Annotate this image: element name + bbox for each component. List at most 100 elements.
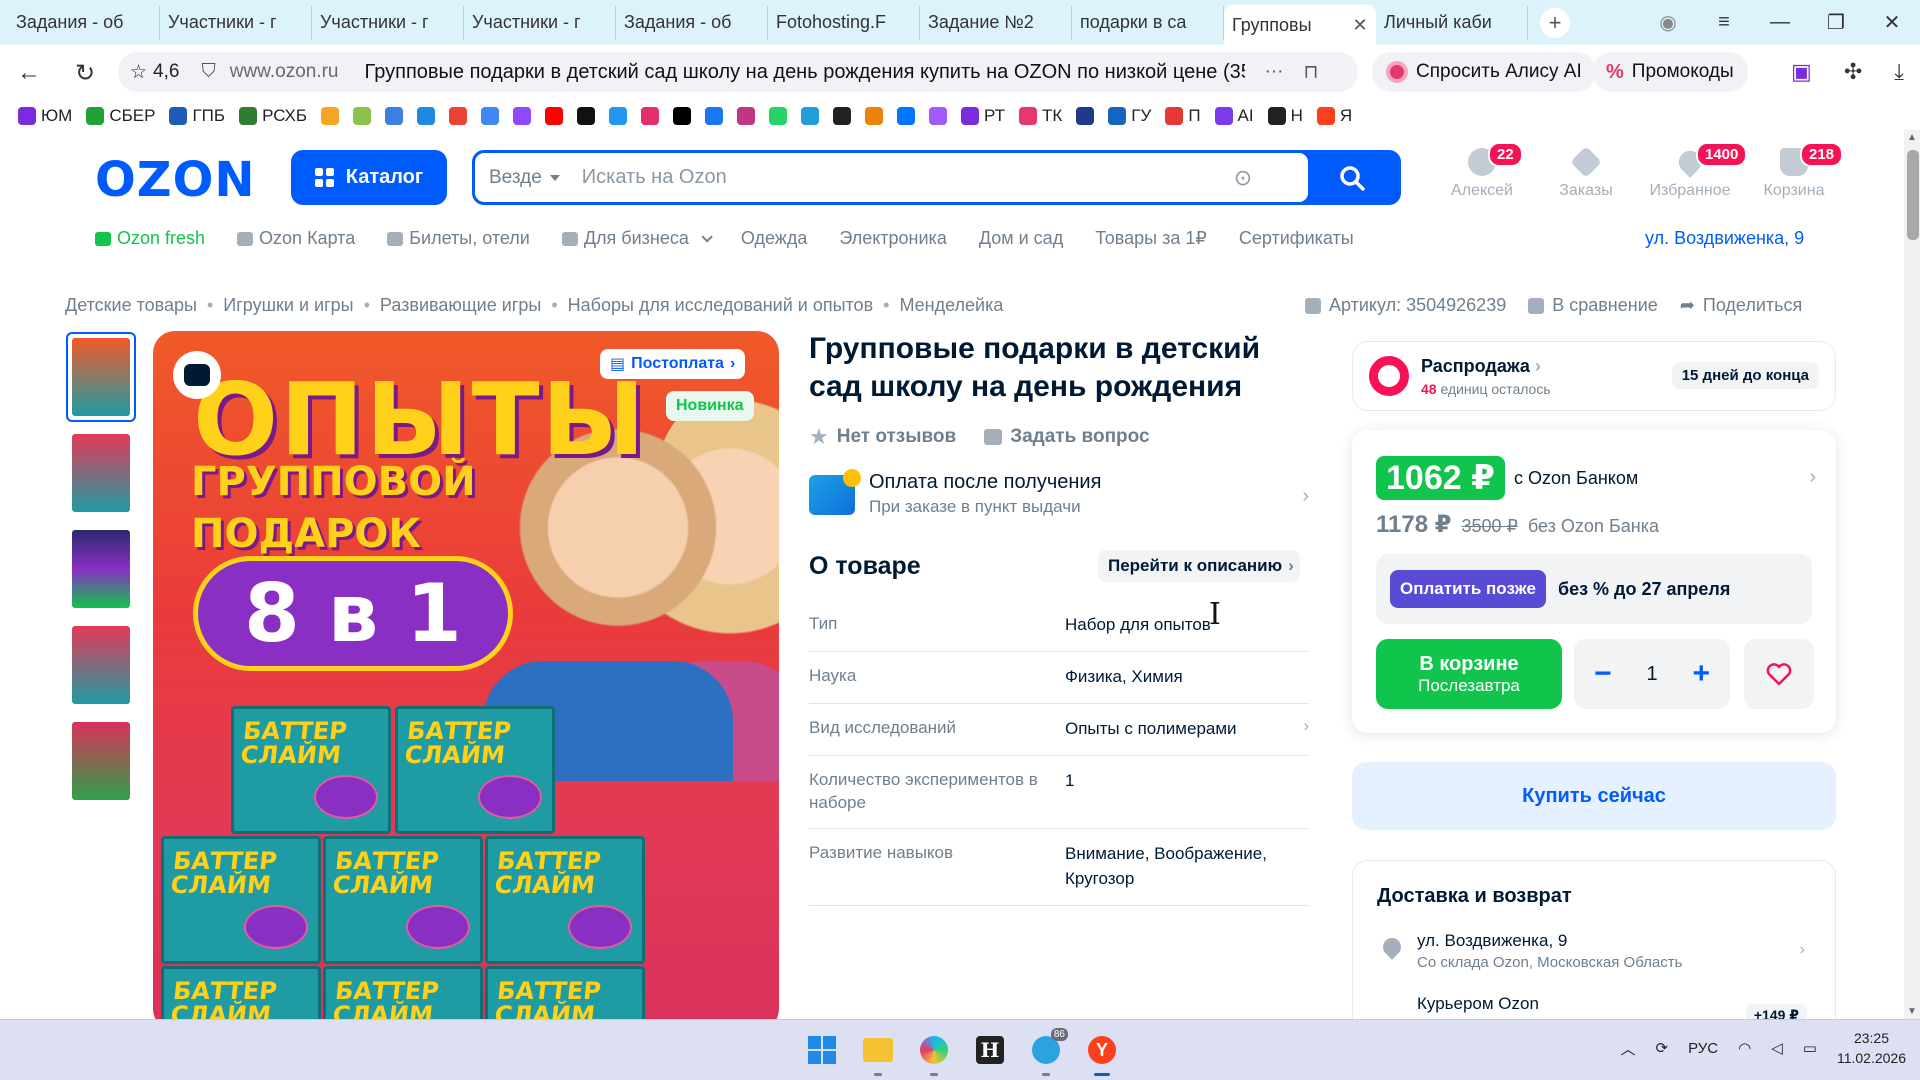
plus-button[interactable]: + xyxy=(1692,659,1710,689)
bookmark-item[interactable] xyxy=(417,106,436,125)
site-rating[interactable]: ☆ 4,6 xyxy=(130,61,179,84)
category-nav-item[interactable]: Одежда xyxy=(741,228,823,249)
bookmark-item[interactable]: ТК xyxy=(1019,106,1062,126)
ask-alisa-button[interactable]: Спросить Алису AI xyxy=(1372,52,1596,92)
favorite-button[interactable] xyxy=(1744,639,1814,709)
category-nav-item[interactable]: Дом и сад xyxy=(979,228,1079,249)
bookmark-item[interactable]: Я xyxy=(1316,106,1352,126)
promo-button[interactable]: % Промокоды xyxy=(1592,52,1748,92)
favorites-button[interactable]: Избранное 1400 xyxy=(1638,142,1748,200)
category-nav-item[interactable]: Ozon Карта xyxy=(237,228,371,249)
scrollbar-thumb[interactable] xyxy=(1907,150,1919,240)
address-bar[interactable]: ☆ 4,6 ⛉ www.ozon.ru Групповые подарки в д… xyxy=(118,52,1358,92)
courier-option[interactable]: Курьером Ozon xyxy=(1417,994,1539,1014)
delivery-address[interactable]: ул. Воздвиженка, 9 xyxy=(1417,931,1567,951)
close-window-button[interactable]: ✕ xyxy=(1864,10,1920,35)
sku[interactable]: Артикул: 3504926239 xyxy=(1305,295,1506,316)
bookmark-item[interactable] xyxy=(673,106,692,125)
bookmark-item[interactable] xyxy=(321,106,340,125)
bookmark-item[interactable] xyxy=(929,106,948,125)
compare-button[interactable]: В сравнение xyxy=(1528,295,1658,316)
browser-tab[interactable]: Oподарки в са xyxy=(392,5,1224,229)
breadcrumb-item[interactable]: Менделейка xyxy=(899,295,1003,316)
search-scope-select[interactable]: Везде xyxy=(489,167,560,189)
app-h-button[interactable]: H xyxy=(968,1028,1012,1072)
shield-icon[interactable]: ⛉ xyxy=(201,61,215,83)
menu-icon[interactable]: ≡ xyxy=(1696,11,1752,34)
pay-after-receipt[interactable]: Оплата после получения При заказе в пунк… xyxy=(809,465,1309,525)
page-scrollbar[interactable]: ▲ ▼ xyxy=(1904,130,1920,1019)
bookmark-item[interactable] xyxy=(641,106,660,125)
new-tab-button[interactable]: + xyxy=(1540,7,1570,38)
bookmark-item[interactable] xyxy=(1076,106,1095,125)
restore-button[interactable]: ❐ xyxy=(1808,10,1864,35)
file-explorer-button[interactable] xyxy=(856,1028,900,1076)
bookmark-item[interactable]: ГУ xyxy=(1108,106,1151,126)
breadcrumb-item[interactable]: Детские товары xyxy=(65,295,197,316)
chevron-right-icon[interactable]: › xyxy=(1303,716,1309,736)
telegram-button[interactable]: 86 xyxy=(1024,1028,1068,1076)
postpay-badge[interactable]: ▤ Постоплата › xyxy=(600,349,746,379)
in-cart-button[interactable]: В корзине Послезавтра xyxy=(1376,639,1562,709)
chevron-up-icon[interactable]: ︿ xyxy=(1621,1038,1636,1059)
bookmark-item[interactable] xyxy=(769,106,788,125)
product-main-image[interactable]: ОПЫТЫ ГРУППОВОЙ ПОДАРОК 8 в 1 БАТТЕР СЛАЙМ… xyxy=(153,331,779,1019)
volume-icon[interactable]: ◁ xyxy=(1771,1039,1783,1057)
camera-icon[interactable]: ⊙ xyxy=(1234,165,1252,191)
bookmark-item[interactable]: AI xyxy=(1214,106,1254,126)
bookmark-item[interactable] xyxy=(737,106,756,125)
bookmark-item[interactable]: РСХБ xyxy=(239,106,307,126)
category-nav-item[interactable]: Электроника xyxy=(839,228,962,249)
search-input[interactable] xyxy=(581,166,1222,189)
browser-tab[interactable]: SPЗадания - об xyxy=(8,5,412,229)
orders-button[interactable]: Заказы xyxy=(1534,146,1638,200)
bookmark-item[interactable] xyxy=(353,106,372,125)
thumbnail[interactable] xyxy=(66,428,136,518)
cart-button[interactable]: Корзина 218 xyxy=(1742,142,1846,200)
browser-tab[interactable]: SPУчастники - г xyxy=(312,5,464,229)
profile-button[interactable]: Алексей 22 xyxy=(1430,142,1534,200)
bookmark-item[interactable] xyxy=(513,106,532,125)
browser-tab[interactable]: OГрупповы✕ xyxy=(392,5,1376,229)
breadcrumb-item[interactable]: Развивающие игры xyxy=(380,295,541,316)
thumbnail[interactable] xyxy=(66,716,136,806)
extension-ozon-icon[interactable]: ▣ xyxy=(1791,59,1812,85)
bookmark-item[interactable]: П xyxy=(1165,106,1201,126)
category-nav-item[interactable]: Товары за 1₽ xyxy=(1095,228,1223,249)
scroll-down-icon[interactable]: ▼ xyxy=(1904,1006,1920,1017)
browser-tab[interactable]: SPЗадание №2 xyxy=(392,5,1072,229)
reviews-link[interactable]: ★ Нет отзывов xyxy=(809,424,956,450)
browser-tab[interactable]: SPУчастники - г xyxy=(160,5,412,229)
clock[interactable]: 23:25 11.02.2026 xyxy=(1837,1028,1906,1068)
ask-question-link[interactable]: Задать вопрос xyxy=(984,424,1150,450)
bookmark-item[interactable]: РТ xyxy=(961,106,1005,126)
sale-banner[interactable]: Распродажа › 48 единиц осталось 15 дней … xyxy=(1352,341,1836,411)
spec-value[interactable]: Опыты с полимерами xyxy=(1065,716,1285,741)
bookmark-item[interactable] xyxy=(385,106,404,125)
bookmark-item[interactable] xyxy=(705,106,724,125)
browser-tab[interactable]: SPЗадания - об xyxy=(392,5,768,229)
category-nav-item[interactable]: Билеты, отели xyxy=(387,228,546,249)
bookmark-item[interactable]: СБЕР xyxy=(86,106,155,126)
bookmark-item[interactable] xyxy=(833,106,852,125)
ozon-logo[interactable]: OZON xyxy=(95,152,256,208)
bookmark-item[interactable] xyxy=(801,106,820,125)
download-icon[interactable]: ⤓ xyxy=(1894,59,1904,85)
yandex-browser-button[interactable]: Y xyxy=(1080,1028,1124,1076)
thumbnail[interactable] xyxy=(66,620,136,710)
buy-now-button[interactable]: Купить сейчас xyxy=(1352,762,1836,830)
minimize-button[interactable]: — xyxy=(1752,11,1808,34)
chrome-button[interactable] xyxy=(912,1028,956,1076)
bookmark-item[interactable] xyxy=(545,106,564,125)
minus-button[interactable]: − xyxy=(1594,659,1612,689)
bookmark-item[interactable]: ГПБ xyxy=(169,106,225,126)
wifi-icon[interactable]: ◠ xyxy=(1738,1039,1751,1057)
thumbnail[interactable] xyxy=(66,524,136,614)
profile-icon[interactable]: ◉ xyxy=(1640,10,1696,35)
bookmark-item[interactable] xyxy=(897,106,916,125)
bookmark-item[interactable] xyxy=(449,106,468,125)
breadcrumb-item[interactable]: Наборы для исследований и опытов xyxy=(568,295,874,316)
chevron-right-icon[interactable]: › xyxy=(1809,466,1816,489)
catalog-button[interactable]: Каталог xyxy=(291,150,447,205)
bookmark-icon[interactable]: ⊓ xyxy=(1304,61,1319,84)
